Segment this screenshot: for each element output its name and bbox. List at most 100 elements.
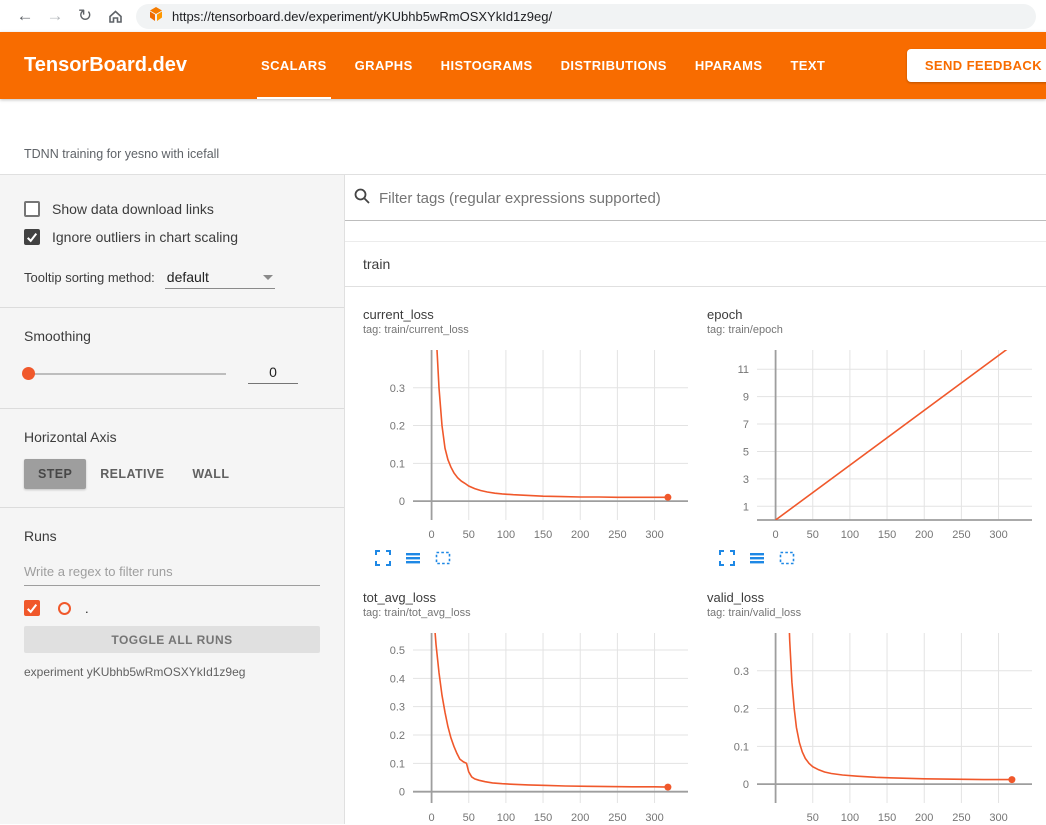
svg-text:0.5: 0.5 [390, 645, 405, 657]
smoothing-slider-thumb[interactable] [22, 367, 35, 380]
fullscreen-icon[interactable] [719, 550, 735, 568]
svg-text:50: 50 [463, 529, 475, 541]
svg-text:50: 50 [463, 812, 475, 824]
sidebar: Show data download links Ignore outliers… [0, 175, 345, 824]
charts-grid: current_loss tag: train/current_loss 050… [345, 287, 1046, 824]
svg-text:100: 100 [497, 529, 515, 541]
svg-text:1: 1 [743, 501, 749, 513]
tab-text[interactable]: TEXT [776, 32, 839, 99]
horizontal-lines-icon[interactable] [405, 550, 421, 568]
show-download-links-row[interactable]: Show data download links [24, 201, 320, 217]
runs-regex-input[interactable] [24, 560, 320, 586]
svg-text:0: 0 [429, 529, 435, 541]
runs-label: Runs [24, 528, 320, 544]
svg-text:300: 300 [645, 812, 663, 824]
svg-text:0.1: 0.1 [390, 458, 405, 470]
svg-text:100: 100 [841, 529, 859, 541]
url-text: https://tensorboard.dev/experiment/yKUbh… [172, 9, 552, 24]
chevron-down-icon [263, 275, 273, 280]
tab-hparams[interactable]: HPARAMS [681, 32, 777, 99]
reload-icon[interactable]: ↻ [70, 3, 100, 29]
svg-text:100: 100 [497, 812, 515, 824]
train-group-header[interactable]: train [345, 242, 1046, 287]
svg-text:150: 150 [534, 812, 552, 824]
main-content: train current_loss tag: train/current_lo… [345, 175, 1046, 824]
chart-tag: tag: train/current_loss [363, 324, 701, 336]
smoothing-value[interactable]: 0 [248, 364, 298, 384]
toggle-all-runs-button[interactable]: TOGGLE ALL RUNS [24, 626, 320, 653]
fit-domain-icon[interactable] [779, 550, 795, 568]
svg-text:300: 300 [989, 812, 1007, 824]
filter-tags-row [345, 175, 1046, 221]
tab-histograms[interactable]: HISTOGRAMS [427, 32, 547, 99]
svg-text:250: 250 [952, 812, 970, 824]
svg-text:50: 50 [807, 812, 819, 824]
chart-plot[interactable]: 5010015020025030000.10.20.3 [707, 627, 1045, 824]
tooltip-sorting-row: Tooltip sorting method: default [24, 269, 320, 289]
chart-plot[interactable]: 05010015020025030000.10.20.30.40.5 [363, 627, 701, 824]
svg-text:3: 3 [743, 474, 749, 486]
back-icon[interactable]: ← [10, 3, 40, 29]
chart-toolbar [363, 550, 701, 568]
svg-text:0: 0 [399, 787, 405, 799]
show-download-links-checkbox[interactable] [24, 201, 40, 217]
send-feedback-button[interactable]: SEND FEEDBACK [907, 49, 1046, 82]
train-group-card: train current_loss tag: train/current_lo… [345, 241, 1046, 824]
svg-text:100: 100 [841, 812, 859, 824]
ignore-outliers-checkbox[interactable] [24, 229, 40, 245]
chart-tag: tag: train/tot_avg_loss [363, 607, 701, 619]
svg-text:300: 300 [645, 529, 663, 541]
tab-graphs[interactable]: GRAPHS [341, 32, 427, 99]
tooltip-sorting-dropdown[interactable]: default [165, 269, 275, 289]
tab-distributions[interactable]: DISTRIBUTIONS [547, 32, 681, 99]
address-bar[interactable]: https://tensorboard.dev/experiment/yKUbh… [136, 4, 1036, 29]
axis-wall-button[interactable]: WALL [178, 459, 243, 489]
horizontal-axis-label: Horizontal Axis [24, 429, 320, 445]
run-checkbox[interactable] [24, 600, 40, 616]
chart-plot[interactable]: 0501001502002503001357911 [707, 344, 1045, 544]
chart-title: epoch [707, 307, 1045, 322]
chart-card-tot-avg-loss: tot_avg_loss tag: train/tot_avg_loss 0 50… [363, 590, 701, 824]
axis-relative-button[interactable]: RELATIVE [86, 459, 178, 489]
smoothing-label: Smoothing [24, 328, 320, 344]
axis-step-button[interactable]: STEP [24, 459, 86, 489]
experiment-strip: TDNN training for yesno with icefall [0, 99, 1046, 175]
svg-text:0: 0 [399, 496, 405, 508]
fullscreen-icon[interactable] [375, 550, 391, 568]
browser-chrome: ← → ↻ https://tensorboard.dev/experiment… [0, 0, 1046, 32]
chart-plot[interactable]: 05010015020025030000.10.20.3 [363, 344, 701, 544]
content: Show data download links Ignore outliers… [0, 175, 1046, 824]
page: ← → ↻ https://tensorboard.dev/experiment… [0, 0, 1046, 825]
smoothing-slider[interactable] [24, 373, 226, 375]
chart-title: tot_avg_loss [363, 590, 701, 605]
tooltip-sorting-label: Tooltip sorting method: [24, 270, 155, 289]
run-name: . [85, 601, 89, 616]
horizontal-lines-icon[interactable] [749, 550, 765, 568]
home-icon[interactable] [100, 3, 130, 29]
experiment-caption: experiment yKUbhb5wRmOSXYkId1z9eg [24, 665, 320, 679]
forward-icon[interactable]: → [40, 3, 70, 29]
svg-text:200: 200 [915, 812, 933, 824]
run-row[interactable]: . [24, 600, 320, 616]
ignore-outliers-row[interactable]: Ignore outliers in chart scaling [24, 229, 320, 245]
svg-text:200: 200 [571, 529, 589, 541]
svg-text:0.2: 0.2 [390, 730, 405, 742]
tab-scalars[interactable]: SCALARS [247, 32, 341, 99]
chart-tag: tag: train/valid_loss [707, 607, 1045, 619]
svg-text:150: 150 [878, 529, 896, 541]
sidebar-divider [0, 307, 344, 308]
svg-text:0.3: 0.3 [390, 383, 405, 395]
svg-text:300: 300 [989, 529, 1007, 541]
svg-text:0.3: 0.3 [734, 666, 749, 678]
svg-text:50: 50 [807, 529, 819, 541]
app-header: TensorBoard.dev SCALARS GRAPHS HISTOGRAM… [0, 32, 1046, 99]
svg-text:0.2: 0.2 [390, 421, 405, 433]
fit-domain-icon[interactable] [435, 550, 451, 568]
svg-text:250: 250 [608, 812, 626, 824]
svg-text:7: 7 [743, 419, 749, 431]
svg-text:150: 150 [534, 529, 552, 541]
filter-tags-input[interactable] [379, 190, 1038, 207]
svg-text:200: 200 [571, 812, 589, 824]
tooltip-sorting-value: default [167, 269, 209, 285]
svg-text:0.1: 0.1 [734, 741, 749, 753]
